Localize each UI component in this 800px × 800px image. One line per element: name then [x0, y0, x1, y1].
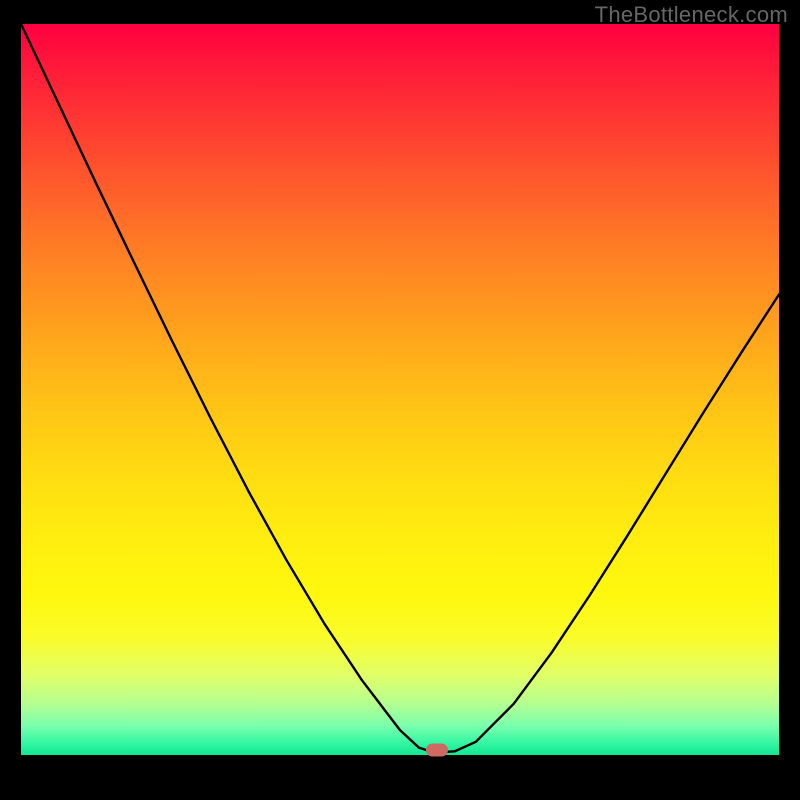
bottleneck-curve [21, 24, 779, 755]
plot-area [21, 24, 779, 755]
chart-frame: TheBottleneck.com [0, 0, 800, 800]
watermark-text: TheBottleneck.com [595, 2, 788, 28]
curve-path [21, 24, 779, 752]
minimum-marker [426, 743, 448, 756]
